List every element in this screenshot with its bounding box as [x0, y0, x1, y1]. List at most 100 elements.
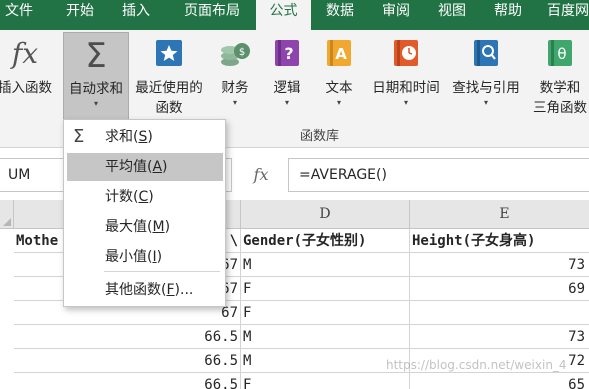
chevron-down-icon: ▾ [232, 98, 237, 107]
menu-separator [104, 271, 220, 272]
calendar-icon [391, 38, 421, 68]
menu-item-more-label: 其他函数( [105, 282, 167, 298]
date-time-button[interactable]: 日期和时间 ▾ [366, 30, 446, 108]
insert-function-fx-icon[interactable]: fx [246, 162, 276, 188]
watermark: https://blog.csdn.net/weixin_4 [386, 358, 567, 372]
recent-label-line1: 最近使用的 [135, 80, 203, 96]
menu-item-sum-close: ) [147, 129, 153, 145]
table-cell[interactable]: 69 [410, 277, 589, 301]
table-cell[interactable]: F [241, 277, 410, 301]
math-trig-button[interactable]: θ 数学和 三角函数 [528, 30, 589, 118]
text-book-icon: A [324, 38, 354, 68]
autosum-dropdown-menu: Σ 求和(S) 平均值(A) 计数(C) 最大值(M) 最小值(I) 其他函数(F… [63, 119, 226, 307]
menu-item-average-label: 平均值( [105, 159, 153, 175]
menu-item-max-accesskey: M [152, 219, 165, 235]
coins-icon: $ [219, 38, 251, 68]
svg-text:A: A [335, 45, 347, 63]
menu-item-count-close: ) [148, 189, 154, 205]
chevron-down-icon: ▾ [93, 99, 98, 108]
chevron-down-icon: ▾ [403, 98, 408, 107]
menu-item-sum[interactable]: Σ 求和(S) [67, 123, 223, 151]
theta-book-icon: θ [545, 38, 575, 68]
magnifier-book-icon [471, 38, 501, 68]
sigma-icon: Σ [85, 36, 107, 76]
table-cell[interactable]: 73 [410, 325, 589, 349]
math-label-line1: 数学和 [539, 80, 581, 96]
tab-page-layout[interactable]: 页面布局 [172, 0, 252, 30]
autosum-button[interactable]: Σ 自动求和 ▾ [63, 32, 129, 120]
table-cell[interactable]: 66.5 [14, 325, 241, 349]
formula-input[interactable]: =AVERAGE() [288, 158, 589, 192]
table-cell[interactable]: F [241, 373, 410, 389]
menu-item-average-close: ) [162, 159, 168, 175]
table-cell[interactable]: F [241, 301, 410, 325]
financial-label: 财务 [221, 80, 249, 96]
math-label-line2: 三角函数 [533, 100, 587, 116]
autosum-label: 自动求和 [69, 81, 123, 97]
menu-item-min[interactable]: 最小值(I) [67, 243, 223, 271]
column-header-d[interactable]: D [241, 200, 410, 229]
text-label: 文本 [325, 80, 353, 96]
table-cell[interactable]: M [241, 253, 410, 277]
logical-button[interactable]: ? 逻辑 ▾ [266, 30, 308, 108]
tab-file[interactable]: 文件 [0, 0, 38, 30]
menu-item-more-close: )... [174, 282, 194, 298]
svg-text:θ: θ [557, 45, 566, 63]
cell-c-header-overflow: \ [229, 233, 238, 249]
logical-label: 逻辑 [273, 80, 301, 96]
chevron-down-icon: ▾ [336, 98, 341, 107]
cell-d-header[interactable]: Gender(子女性别) [241, 229, 410, 253]
menu-item-more-accesskey: F [166, 282, 175, 298]
svg-text:$: $ [239, 47, 245, 58]
ribbon-tab-bar: 文件 开始 插入 页面布局 公式 数据 审阅 视图 帮助 百度网 [0, 0, 589, 32]
select-all-corner[interactable] [0, 200, 14, 229]
recent-label-line2: 函数 [155, 100, 183, 116]
sigma-icon: Σ [73, 126, 85, 147]
table-cell[interactable]: 65 [410, 373, 589, 389]
menu-item-count[interactable]: 计数(C) [67, 183, 223, 211]
table-cell[interactable]: M [241, 325, 410, 349]
tab-baidu[interactable]: 百度网 [538, 0, 589, 30]
insert-function-label: 插入函数 [0, 80, 52, 96]
function-library-group-label: 函数库 [300, 129, 340, 144]
tab-view[interactable]: 视图 [428, 0, 476, 30]
menu-item-count-accesskey: C [138, 189, 149, 205]
financial-button[interactable]: $ 财务 ▾ [214, 30, 256, 108]
tab-insert[interactable]: 插入 [112, 0, 160, 30]
star-icon [154, 38, 184, 68]
lookup-reference-button[interactable]: 查找与引用 ▾ [446, 30, 526, 108]
question-book-icon: ? [272, 38, 302, 68]
tab-formulas[interactable]: 公式 [256, 0, 311, 32]
fx-icon: fx [11, 37, 39, 70]
menu-item-max-close: ) [164, 219, 171, 235]
tab-review[interactable]: 审阅 [372, 0, 420, 30]
table-cell[interactable]: 66.5 [14, 349, 241, 373]
table-cell[interactable]: M [241, 349, 410, 373]
menu-item-count-label: 计数( [105, 189, 139, 205]
menu-item-average-accesskey: A [152, 159, 163, 175]
menu-item-average[interactable]: 平均值(A) [67, 153, 223, 181]
tab-home[interactable]: 开始 [54, 0, 106, 30]
column-header-e[interactable]: E [410, 200, 589, 229]
menu-item-min-close: ) [156, 249, 163, 265]
date-time-label: 日期和时间 [372, 80, 440, 96]
table-cell[interactable] [410, 301, 589, 325]
cell-c-header-text: Mothe [16, 233, 59, 249]
cell-e-header[interactable]: Height(子女身高) [410, 229, 589, 253]
text-button[interactable]: A 文本 ▾ [318, 30, 360, 108]
menu-item-sum-label: 求和( [105, 129, 139, 145]
svg-text:?: ? [284, 44, 293, 63]
table-cell[interactable]: 73 [410, 253, 589, 277]
chevron-down-icon: ▾ [483, 98, 488, 107]
tab-help[interactable]: 帮助 [484, 0, 532, 30]
menu-item-min-label: 最小值( [105, 249, 153, 265]
chevron-down-icon: ▾ [284, 98, 289, 107]
lookup-label: 查找与引用 [452, 80, 520, 96]
insert-function-button[interactable]: fx 插入函数 [0, 30, 56, 98]
tab-data[interactable]: 数据 [316, 0, 364, 30]
menu-item-max-label: 最大值( [105, 219, 153, 235]
menu-item-max[interactable]: 最大值(M) [67, 213, 223, 241]
recent-functions-button[interactable]: 最近使用的 函数 [130, 30, 208, 118]
table-cell[interactable]: 66.5 [14, 373, 241, 389]
menu-item-more-functions[interactable]: 其他函数(F)... [67, 276, 223, 304]
